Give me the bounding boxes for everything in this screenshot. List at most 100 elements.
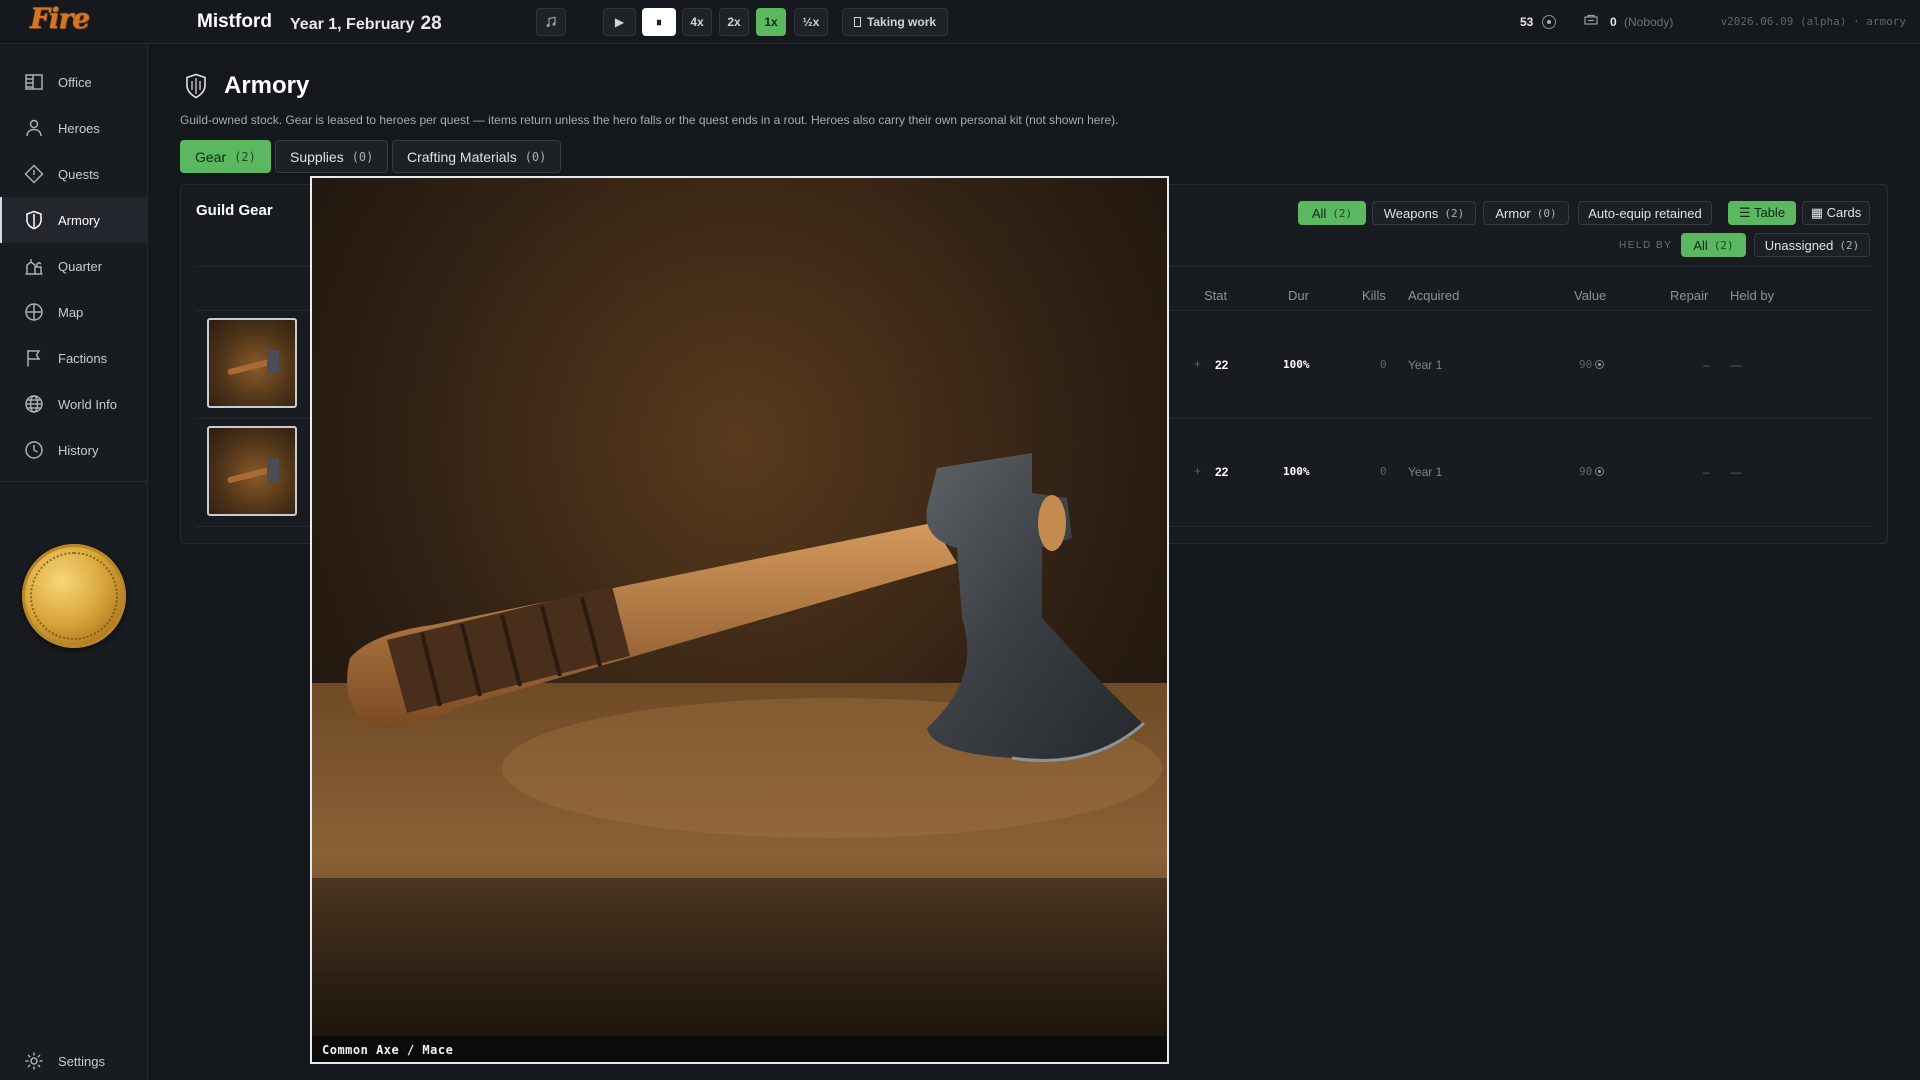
gear-thumbnail[interactable]: [207, 426, 297, 516]
person-icon: [26, 119, 42, 137]
heroes-assigned-icon: [1584, 14, 1598, 29]
top-bar: Fire Mistford Year 1, February 28 ▶ ⏸ 4x …: [0, 0, 1920, 44]
column-header-held-by[interactable]: Held by: [1730, 288, 1774, 303]
filter-weapons-button[interactable]: Weapons (2): [1372, 201, 1476, 225]
tab-label: Crafting Materials: [407, 148, 517, 165]
sidebar-item-label: Map: [58, 304, 84, 320]
panel-title: Guild Gear: [196, 202, 273, 219]
music-note-icon: [546, 16, 556, 27]
axe-illustration: [312, 178, 1167, 1062]
sidebar-item-quarter[interactable]: Quarter: [0, 243, 147, 289]
gear-thumbnail[interactable]: [207, 318, 297, 408]
music-button[interactable]: [536, 8, 566, 36]
filter-armor-button[interactable]: Armor (0): [1483, 201, 1569, 225]
game-logo[interactable]: Fire: [30, 2, 92, 42]
sidebar-item-factions[interactable]: Factions: [0, 335, 147, 381]
held-by-value: —: [1730, 465, 1742, 479]
pause-button[interactable]: ⏸: [642, 8, 676, 36]
date-day: 28: [420, 13, 442, 34]
filter-count: (2): [1713, 238, 1734, 252]
filter-label: Unassigned: [1764, 237, 1834, 253]
stat-value: 22: [1215, 358, 1229, 372]
taking-work-toggle[interactable]: Taking work: [842, 8, 948, 36]
column-header-value[interactable]: Value: [1574, 288, 1606, 303]
sidebar-item-quests[interactable]: Quests: [0, 151, 147, 197]
crosshair-icon: [25, 303, 43, 321]
sidebar-item-label: Quarter: [58, 258, 103, 274]
assigned-count: 0: [1610, 15, 1617, 29]
tab-label: Supplies: [290, 148, 344, 165]
coin-icon: [1595, 360, 1605, 369]
sidebar-item-history[interactable]: History: [0, 427, 147, 473]
tab-gear[interactable]: Gear (2): [180, 140, 271, 173]
coin-icon: [1542, 15, 1556, 29]
coin-icon: [1595, 467, 1605, 476]
filter-label: All: [1693, 237, 1708, 253]
filter-all-button[interactable]: All (2): [1298, 201, 1366, 225]
held-by-unassigned-button[interactable]: Unassigned (2): [1754, 233, 1870, 257]
filter-count: (0): [1536, 206, 1557, 220]
sidebar-item-label: History: [58, 442, 99, 458]
sidebar-item-label: World Info: [58, 396, 118, 412]
flag-icon: [27, 350, 41, 367]
sidebar-item-label: Settings: [58, 1053, 105, 1069]
auto-equip-retained-button[interactable]: Auto-equip retained: [1578, 201, 1712, 225]
clock-icon: [25, 441, 43, 459]
column-header-stat[interactable]: Stat: [1204, 288, 1227, 303]
held-by-all-button[interactable]: All (2): [1681, 233, 1746, 257]
column-header-dur[interactable]: Dur: [1288, 288, 1309, 303]
tab-count: (0): [524, 149, 547, 164]
table-view-button[interactable]: ☰ Table: [1728, 201, 1796, 225]
column-header-repair[interactable]: Repair: [1670, 288, 1708, 303]
filter-label: Weapons: [1383, 205, 1439, 221]
durability-value: 100%: [1283, 465, 1310, 478]
tab-label: Gear: [195, 148, 227, 165]
kills-value: 0: [1380, 358, 1387, 371]
column-header-kills[interactable]: Kills: [1362, 288, 1386, 303]
sidebar-item-office[interactable]: Office: [0, 59, 147, 105]
kills-value: 0: [1380, 465, 1387, 478]
buildings-icon: [25, 259, 43, 275]
filter-label: All: [1311, 205, 1327, 221]
value-cell: 90: [1579, 358, 1605, 371]
date-label: Year 1, February: [290, 16, 415, 33]
cards-view-button[interactable]: ▦ Cards: [1802, 201, 1870, 225]
gear-icon: [25, 1052, 43, 1070]
speed-4x-button[interactable]: 4x: [682, 8, 712, 36]
speed-1x-button[interactable]: 1x: [756, 8, 786, 36]
game-date: Year 1, February 28: [290, 13, 442, 35]
office-icon: [25, 74, 43, 90]
door-icon: [853, 17, 861, 27]
filter-count: (2): [1444, 206, 1465, 220]
repair-value: –: [1703, 465, 1710, 479]
sidebar-item-label: Quests: [58, 166, 100, 182]
value-cell: 90: [1579, 465, 1605, 478]
filter-count: (2): [1839, 238, 1860, 252]
filter-count: (2): [1332, 206, 1353, 220]
column-header-acquired[interactable]: Acquired: [1408, 288, 1459, 303]
speed-half-button[interactable]: ½x: [794, 8, 828, 36]
shield-icon: [26, 210, 42, 230]
sidebar-item-settings[interactable]: Settings: [0, 1038, 147, 1080]
image-lightbox[interactable]: Common Axe / Mace: [310, 176, 1169, 1064]
sidebar-item-heroes[interactable]: Heroes: [0, 105, 147, 151]
lightbox-caption: Common Axe / Mace: [312, 1036, 1167, 1062]
sidebar: Office Heroes Quests Armory Quarter Map …: [0, 44, 148, 1080]
tab-count: (2): [234, 149, 256, 164]
sidebar-item-armory[interactable]: Armory: [0, 197, 147, 243]
page-description: Guild-owned stock. Gear is leased to her…: [180, 113, 1119, 127]
taking-work-label: Taking work: [866, 15, 937, 29]
sidebar-item-label: Factions: [58, 350, 108, 366]
diamond-icon: [24, 164, 44, 184]
sidebar-item-map[interactable]: Map: [0, 289, 147, 335]
play-button[interactable]: ▶: [603, 8, 636, 36]
acquired-value: Year 1: [1408, 358, 1443, 372]
sidebar-item-world-info[interactable]: World Info: [0, 381, 147, 427]
town-name: Mistford: [197, 11, 272, 32]
tab-crafting-materials[interactable]: Crafting Materials (0): [392, 140, 562, 173]
value-amount: 90: [1579, 358, 1593, 371]
tab-supplies[interactable]: Supplies (0): [275, 140, 389, 173]
filter-label: Armor: [1495, 205, 1531, 221]
guild-seal: [22, 544, 126, 648]
speed-2x-button[interactable]: 2x: [719, 8, 749, 36]
